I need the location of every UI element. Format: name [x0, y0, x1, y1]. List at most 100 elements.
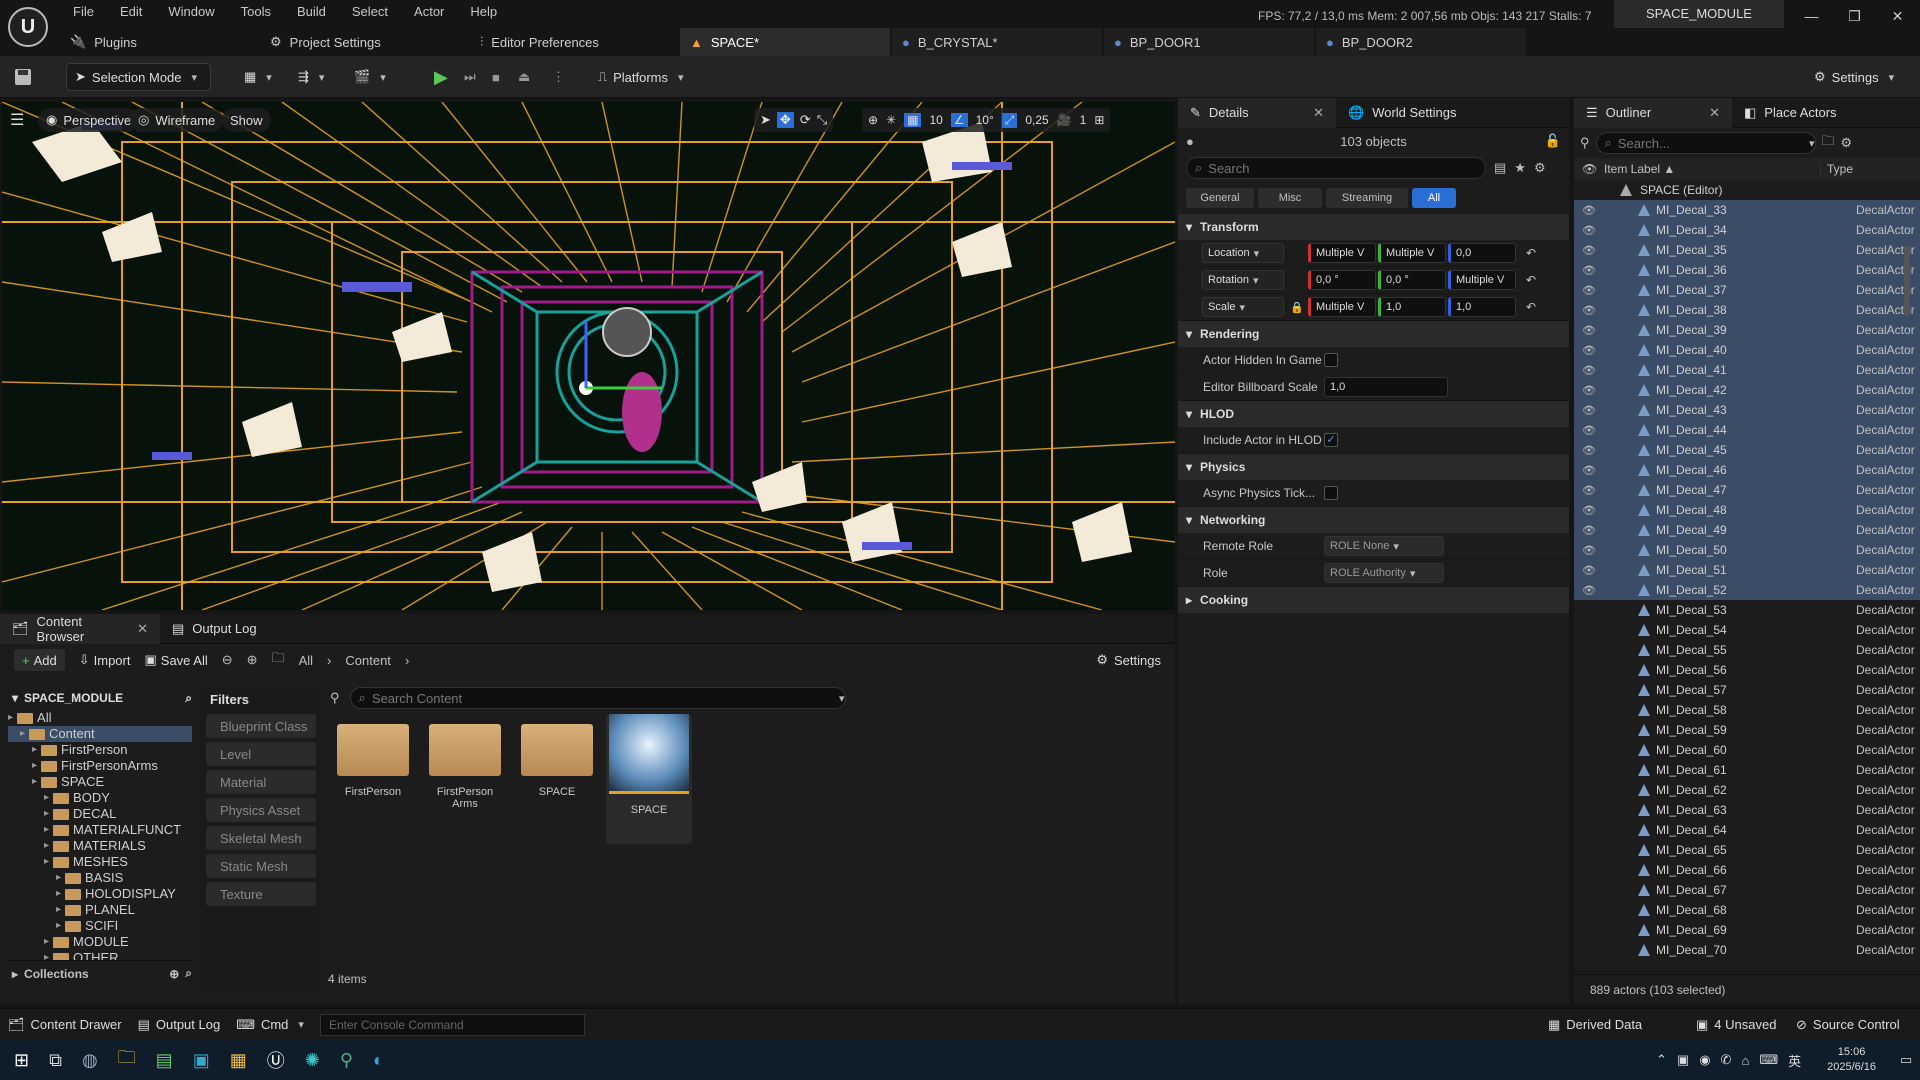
tab-editor-preferences[interactable]: ⫶ Editor Preferences	[470, 28, 680, 56]
menu-item-file[interactable]: File	[60, 0, 107, 24]
notification-icon[interactable]: ▭	[1900, 1052, 1912, 1068]
gear-icon[interactable]: ⚙	[1841, 135, 1853, 151]
app-icon[interactable]: ◍	[82, 1050, 98, 1071]
lock-icon[interactable]: 🔒	[1290, 301, 1304, 314]
outliner-root[interactable]: SPACE (Editor)	[1574, 180, 1920, 200]
expand-arrow-icon[interactable]: ▸	[44, 838, 49, 854]
filter-icon[interactable]: ⚲	[330, 690, 340, 706]
rotation-y-field[interactable]: 0,0 °	[1378, 270, 1446, 290]
outliner-row[interactable]: MI_Decal_67 DecalActor	[1574, 880, 1920, 900]
grid-snap-value[interactable]: 10	[929, 113, 942, 127]
menu-item-window[interactable]: Window	[155, 0, 227, 24]
eye-icon[interactable]: 👁	[1582, 424, 1598, 437]
file-explorer-icon[interactable]: 🗀	[118, 1045, 136, 1075]
outliner-row[interactable]: MI_Decal_63 DecalActor	[1574, 800, 1920, 820]
play-icon[interactable]: ▶	[434, 63, 448, 91]
gear-icon[interactable]: ⚙	[1534, 160, 1546, 176]
reset-icon[interactable]: ↶	[1526, 246, 1536, 260]
filter-icon[interactable]: ⚲	[1580, 135, 1590, 151]
outliner-row[interactable]: 👁 MI_Decal_38 DecalActor	[1574, 300, 1920, 320]
tab-plugins[interactable]: 🔌 Plugins	[60, 28, 260, 56]
tab-bp-door2[interactable]: ● BP_DOOR2	[1316, 28, 1526, 56]
content-settings-button[interactable]: ⚙ Settings	[1096, 652, 1161, 668]
outliner-row[interactable]: 👁 MI_Decal_47 DecalActor	[1574, 480, 1920, 500]
eye-icon[interactable]: 👁	[1582, 364, 1598, 377]
close-button[interactable]: ✕	[1876, 0, 1919, 32]
expand-arrow-icon[interactable]: ▸	[32, 758, 37, 774]
eye-icon[interactable]: 👁	[1582, 224, 1598, 237]
location-y-field[interactable]: Multiple V	[1378, 243, 1446, 263]
filter-chip[interactable]: Blueprint Class	[206, 714, 316, 738]
outliner-row[interactable]: MI_Decal_59 DecalActor	[1574, 720, 1920, 740]
notepad-icon[interactable]: ▤	[156, 1050, 173, 1071]
outliner-row[interactable]: MI_Decal_64 DecalActor	[1574, 820, 1920, 840]
eye-icon[interactable]: 👁	[1582, 284, 1598, 297]
edge-icon[interactable]: ◐	[373, 1050, 384, 1071]
reset-icon[interactable]: ↶	[1526, 273, 1536, 287]
scale-dropdown[interactable]: Scale	[1202, 297, 1284, 317]
eye-icon[interactable]: 👁	[1582, 584, 1598, 597]
outliner-row[interactable]: 👁 MI_Decal_51 DecalActor	[1574, 560, 1920, 580]
folder-tree-item[interactable]: ▸ DECAL	[8, 806, 192, 822]
location-dropdown[interactable]: Location	[1202, 243, 1284, 263]
tab-space-level[interactable]: ▲ SPACE*	[680, 28, 890, 56]
select-tool-icon[interactable]: ➤	[760, 112, 771, 128]
rotate-tool-icon[interactable]: ⟳	[800, 112, 811, 128]
outliner-row[interactable]: 👁 MI_Decal_42 DecalActor	[1574, 380, 1920, 400]
tab-b-crystal[interactable]: ● B_CRYSTAL*	[892, 28, 1102, 56]
outliner-row[interactable]: MI_Decal_57 DecalActor	[1574, 680, 1920, 700]
outliner-row[interactable]: 👁 MI_Decal_49 DecalActor	[1574, 520, 1920, 540]
derived-data-button[interactable]: ▦ Derived Data	[1548, 1017, 1642, 1033]
output-log-button[interactable]: ▤ Output Log	[138, 1017, 221, 1033]
scale-snap-value[interactable]: 0,25	[1025, 113, 1048, 127]
cmd-dropdown[interactable]: ⌨ Cmd	[236, 1017, 304, 1033]
tray-app-icon[interactable]: ▣	[1677, 1052, 1689, 1068]
outliner-row[interactable]: 👁 MI_Decal_37 DecalActor	[1574, 280, 1920, 300]
unreal-taskbar-icon[interactable]: Ⓤ	[267, 1047, 285, 1073]
outliner-row[interactable]: MI_Decal_70 DecalActor	[1574, 940, 1920, 960]
col-type[interactable]: Type	[1820, 162, 1853, 176]
filter-chip[interactable]: Texture	[206, 882, 316, 906]
add-content-icon[interactable]: ▦	[244, 63, 272, 91]
unsaved-button[interactable]: ▣ 4 Unsaved	[1696, 1017, 1776, 1033]
eye-icon[interactable]: 👁	[1582, 324, 1598, 337]
chevron-up-icon[interactable]: ⌃	[1656, 1052, 1667, 1068]
tab-outliner[interactable]: ☰ Outliner ✕	[1574, 97, 1732, 128]
section-physics[interactable]: ▾ Physics	[1178, 454, 1569, 480]
eye-icon[interactable]: 👁	[1582, 524, 1598, 537]
expand-arrow-icon[interactable]: ▸	[56, 918, 61, 934]
outliner-row[interactable]: MI_Decal_53 DecalActor	[1574, 600, 1920, 620]
tab-place-actors[interactable]: ◧ Place Actors	[1732, 98, 1849, 128]
expand-arrow-icon[interactable]: ▸	[44, 806, 49, 822]
asset-tile[interactable]: FirstPerson	[330, 714, 416, 798]
expand-arrow-icon[interactable]: ▸	[56, 870, 61, 886]
collections-header[interactable]: ▸ Collections ⊕ ⌕	[8, 960, 192, 986]
save-icon[interactable]	[14, 63, 32, 91]
world-icon[interactable]: ⊕	[868, 113, 878, 127]
minimize-button[interactable]: —	[1790, 0, 1833, 32]
outliner-row[interactable]: 👁 MI_Decal_39 DecalActor	[1574, 320, 1920, 340]
eye-icon[interactable]: 👁	[1582, 544, 1598, 557]
wechat-icon[interactable]: ✆	[1721, 1052, 1732, 1068]
filter-chip[interactable]: Material	[206, 770, 316, 794]
outliner-row[interactable]: 👁 MI_Decal_44 DecalActor	[1574, 420, 1920, 440]
outliner-row[interactable]: 👁 MI_Decal_33 DecalActor	[1574, 200, 1920, 220]
section-hlod[interactable]: ▾ HLOD	[1178, 401, 1569, 427]
eye-icon[interactable]: 👁	[1582, 444, 1598, 457]
windows-start-icon[interactable]: ⊞	[14, 1050, 29, 1071]
table-view-icon[interactable]: ▤	[1494, 160, 1506, 176]
star-icon[interactable]: ★	[1514, 160, 1526, 176]
save-all-button[interactable]: ▣ Save All	[144, 652, 207, 668]
folder-tree-item[interactable]: ▸ PLANEL	[8, 902, 192, 918]
folder-tree-item[interactable]: ▸ All	[8, 710, 192, 726]
tab-project-settings[interactable]: ⚙ Project Settings	[260, 28, 470, 56]
surface-snap-icon[interactable]: ✳	[886, 113, 896, 127]
eye-icon[interactable]: 👁	[1582, 464, 1598, 477]
outliner-row[interactable]: MI_Decal_68 DecalActor	[1574, 900, 1920, 920]
folder-tree-item[interactable]: ▸ MATERIALS	[8, 838, 192, 854]
tab-output-log[interactable]: ▤ Output Log	[160, 614, 269, 644]
outliner-row[interactable]: 👁 MI_Decal_52 DecalActor	[1574, 580, 1920, 600]
outliner-row[interactable]: MI_Decal_55 DecalActor	[1574, 640, 1920, 660]
folder-tree-item[interactable]: ▸ MATERIALFUNCT	[8, 822, 192, 838]
folder-tree-item[interactable]: ▸ Content	[8, 726, 192, 742]
